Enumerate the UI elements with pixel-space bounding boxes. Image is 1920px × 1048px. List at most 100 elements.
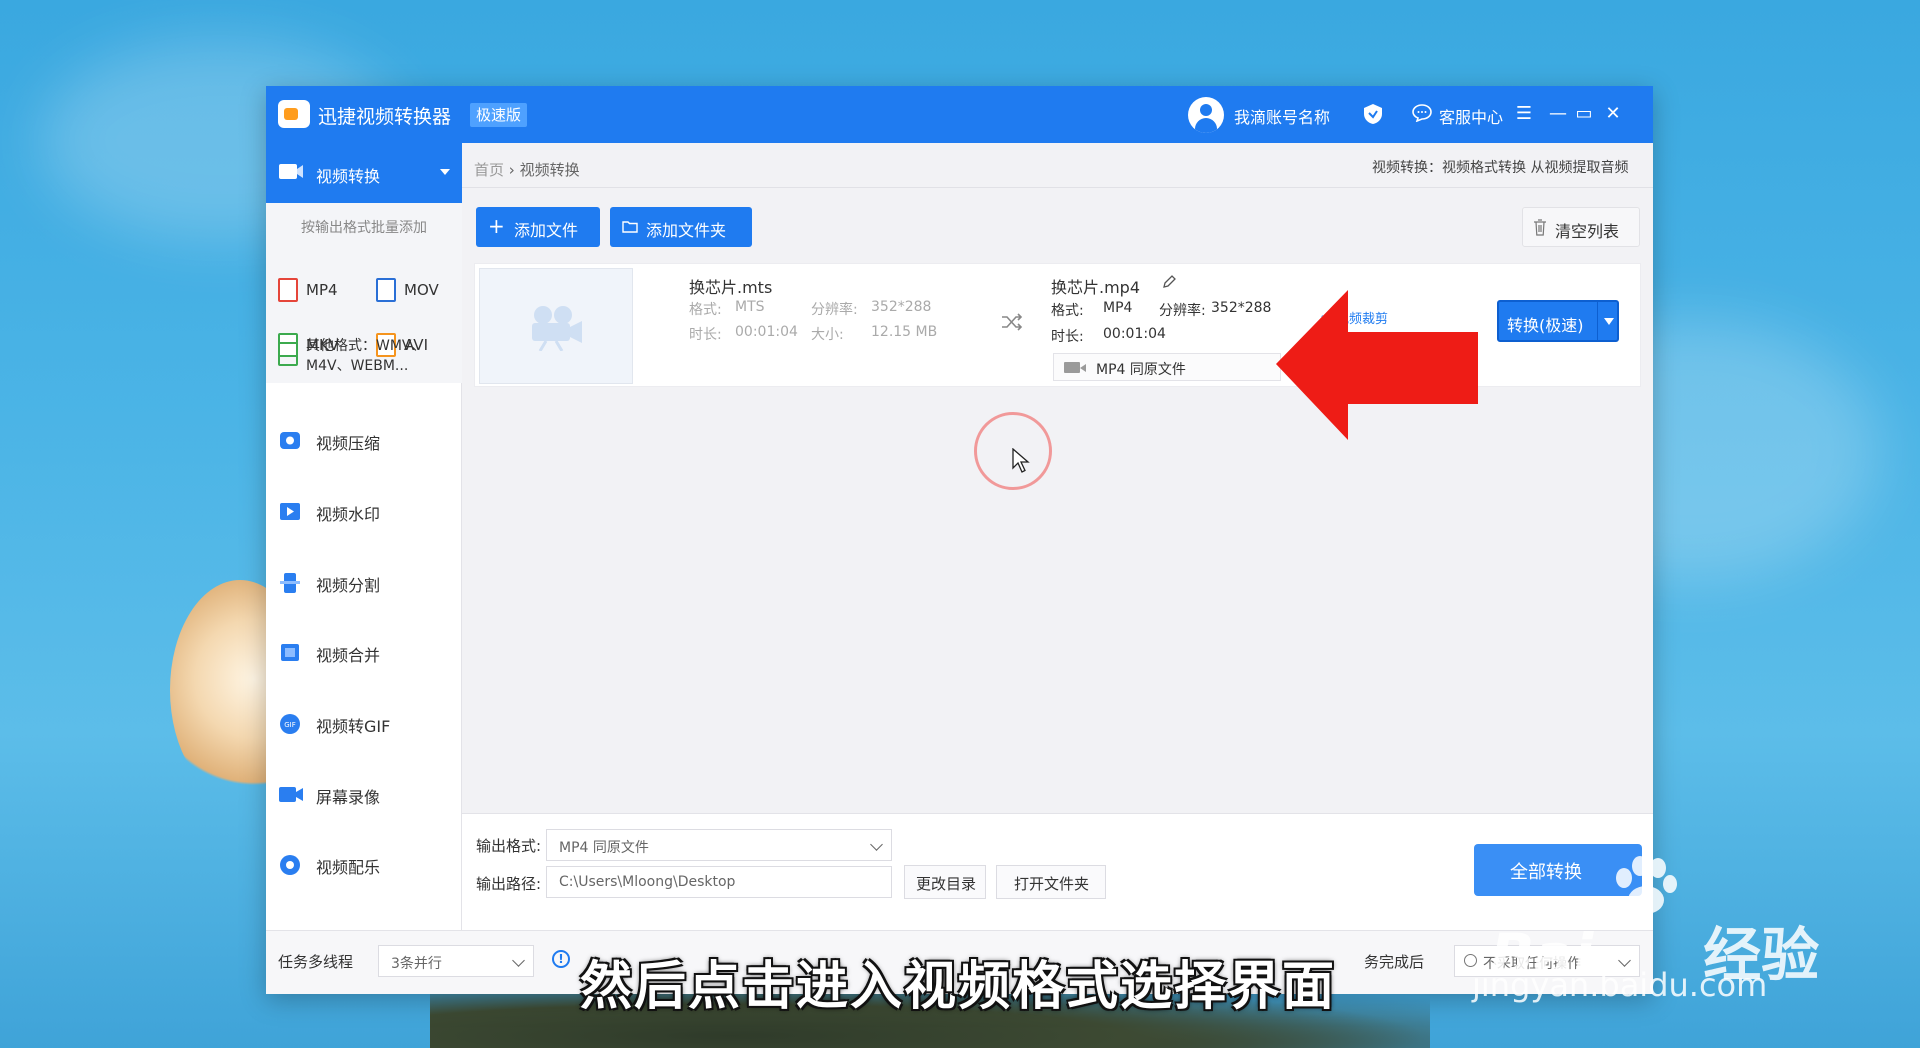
format-other-label: 其他格式：WMV、M4V、WEBM...	[306, 338, 426, 374]
source-resolution-label: 分辨率:	[811, 302, 858, 318]
sidebar-item-merge[interactable]: 视频合并	[266, 628, 462, 678]
convert-fast-label: 转换(极速)	[1507, 316, 1584, 335]
video-convert-icon	[279, 164, 303, 179]
chevron-down-icon	[870, 838, 883, 851]
sidebar-item-label: 屏幕录像	[316, 788, 381, 807]
watermark-icon	[280, 503, 300, 520]
threads-value: 3条并行	[391, 956, 442, 972]
maximize-button[interactable]: ▭	[1571, 100, 1597, 128]
app-title: 迅捷视频转换器	[318, 106, 452, 128]
shuffle-icon	[1002, 313, 1023, 331]
mouse-cursor-icon	[1012, 448, 1030, 473]
after-complete-label: 务完成后	[1364, 953, 1425, 971]
edition-badge: 极速版	[470, 103, 528, 127]
sidebar-item-watermark[interactable]: 视频水印	[266, 487, 462, 537]
breadcrumb-current: 视频转换	[519, 161, 580, 179]
app-window: 迅捷视频转换器 极速版 我滴账号名称 客服中心 ☰ — ▭ ✕ 视频转换 按输出…	[266, 86, 1653, 994]
title-bar: 迅捷视频转换器 极速版 我滴账号名称 客服中心 ☰ — ▭ ✕	[266, 86, 1653, 143]
change-directory-button[interactable]: 更改目录	[904, 865, 986, 899]
source-size-label: 大小:	[811, 327, 844, 343]
clear-list-button[interactable]: 清空列表	[1522, 207, 1640, 247]
minimize-button[interactable]: —	[1545, 100, 1571, 128]
output-format-label: 格式:	[1051, 303, 1084, 319]
format-label: MP4	[306, 281, 338, 299]
pencil-icon[interactable]	[1161, 274, 1177, 290]
output-path-input[interactable]: C:\Users\Mloong\Desktop	[546, 866, 892, 898]
open-folder-button[interactable]: 打开文件夹	[996, 865, 1106, 899]
mp4-file-icon	[278, 278, 298, 302]
sidebar-item-split[interactable]: 视频分割	[266, 558, 462, 608]
compress-icon	[280, 432, 300, 449]
info-icon[interactable]: !	[552, 950, 570, 968]
sidebar-item-label: 视频转换	[316, 167, 381, 186]
menu-icon[interactable]: ☰	[1511, 100, 1537, 128]
sidebar-item-label: 视频合并	[316, 646, 381, 665]
add-folder-button[interactable]: 添加文件夹	[610, 207, 752, 247]
threads-dropdown[interactable]: 3条并行	[378, 945, 534, 977]
film-camera-icon	[532, 306, 582, 351]
merge-icon	[281, 644, 299, 661]
output-file-name: 换芯片.mp4	[1051, 278, 1141, 297]
source-file-name: 换芯片.mts	[689, 278, 773, 297]
output-path-field-label: 输出路径:	[476, 875, 542, 893]
sidebar-item-video-convert[interactable]: 视频转换	[266, 143, 462, 203]
close-button[interactable]: ✕	[1600, 100, 1626, 128]
output-path-value: C:\Users\Mloong\Desktop	[559, 874, 736, 890]
other-file-icon	[278, 342, 298, 366]
convert-fast-button[interactable]: 转换(极速)	[1497, 300, 1619, 342]
breadcrumb-separator: ›	[508, 161, 515, 179]
button-divider	[1597, 302, 1598, 340]
output-format-select-value: MP4 同原文件	[1096, 362, 1186, 378]
chevron-down-icon	[512, 954, 525, 967]
add-file-button[interactable]: + 添加文件	[476, 207, 600, 247]
record-icon	[279, 787, 303, 802]
sidebar-item-label: 视频转GIF	[316, 717, 391, 736]
watermark-url: jingyan.baidu.com	[1472, 966, 1768, 1004]
service-center-link[interactable]: 客服中心	[1439, 104, 1503, 128]
source-duration-label: 时长:	[689, 327, 722, 343]
baidu-paw-icon	[1616, 856, 1677, 914]
video-caption: 然后点击进入视频格式选择界面	[580, 957, 1337, 1017]
chevron-down-icon[interactable]	[440, 169, 450, 175]
change-directory-label: 更改目录	[916, 875, 977, 893]
user-avatar-icon[interactable]	[1188, 97, 1224, 133]
clear-list-label: 清空列表	[1555, 222, 1620, 241]
user-name[interactable]: 我滴账号名称	[1234, 104, 1330, 128]
video-icon	[1064, 362, 1086, 373]
output-format-field-label: 输出格式:	[476, 837, 542, 855]
output-resolution-label: 分辨率:	[1159, 303, 1206, 319]
chevron-down-icon[interactable]	[1604, 318, 1614, 325]
output-duration-label: 时长:	[1051, 329, 1084, 345]
batch-add-hint: 按输出格式批量添加	[301, 220, 427, 236]
add-file-label: 添加文件	[514, 221, 579, 240]
sidebar-item-music[interactable]: 视频配乐	[266, 840, 462, 890]
gif-icon: GIF	[280, 714, 300, 734]
source-size-value: 12.15 MB	[871, 324, 938, 340]
output-format-value: MP4	[1103, 300, 1133, 316]
output-format-dropdown[interactable]: MP4 同原文件	[546, 829, 892, 861]
plus-icon: +	[488, 214, 505, 238]
chat-icon[interactable]	[1412, 104, 1432, 122]
split-icon	[280, 573, 300, 593]
folder-icon	[622, 221, 638, 233]
source-resolution-value: 352*288	[871, 299, 932, 315]
page-hint: 视频转换：视频格式转换 从视频提取音频	[1372, 160, 1629, 176]
sidebar-item-gif[interactable]: GIF 视频转GIF	[266, 699, 462, 749]
sidebar-item-compress[interactable]: 视频压缩	[266, 416, 462, 466]
sidebar-item-label: 视频水印	[316, 505, 381, 524]
breadcrumb-home[interactable]: 首页	[474, 161, 504, 179]
sidebar-item-label: 视频压缩	[316, 434, 381, 453]
format-label: MOV	[404, 281, 439, 299]
vip-shield-icon[interactable]	[1362, 103, 1384, 125]
sidebar-item-record[interactable]: 屏幕录像	[266, 770, 462, 820]
breadcrumb: 首页 › 视频转换	[474, 159, 580, 180]
sidebar-item-label: 视频分割	[316, 576, 381, 595]
music-icon	[280, 855, 300, 875]
source-format-label: 格式:	[689, 302, 722, 318]
sidebar-item-label: 视频配乐	[316, 858, 381, 877]
divider	[462, 187, 1653, 188]
output-format-dropdown-value: MP4 同原文件	[559, 840, 649, 856]
trash-icon	[1534, 219, 1546, 236]
mov-file-icon	[376, 278, 396, 302]
output-format-select[interactable]: MP4 同原文件	[1053, 353, 1281, 381]
